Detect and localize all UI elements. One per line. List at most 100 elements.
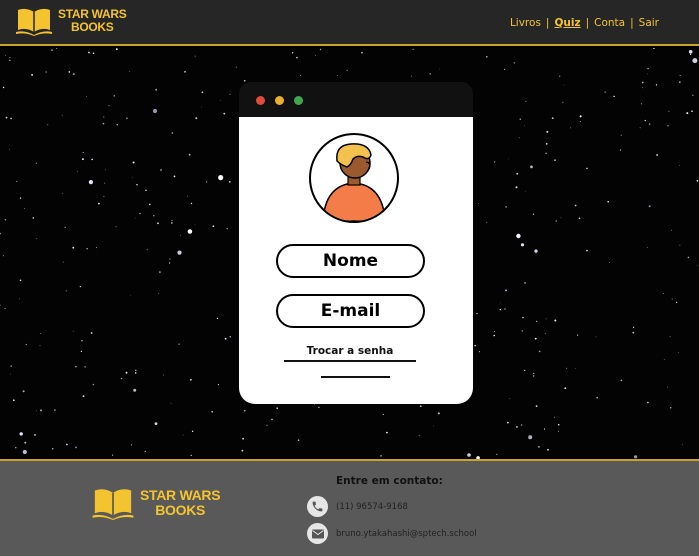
contact-phone[interactable]: (11) 96574-9168 bbox=[336, 502, 408, 512]
star bbox=[0, 304, 1, 306]
star bbox=[45, 71, 47, 73]
star bbox=[2, 255, 4, 257]
star bbox=[10, 373, 11, 375]
star bbox=[648, 123, 651, 125]
star bbox=[108, 105, 110, 107]
star bbox=[691, 110, 693, 112]
nav-link-quiz[interactable]: Quiz bbox=[554, 17, 580, 29]
star bbox=[169, 258, 171, 260]
star bbox=[235, 66, 237, 68]
star bbox=[648, 205, 651, 208]
star bbox=[346, 69, 348, 71]
star bbox=[647, 67, 649, 70]
star bbox=[476, 313, 478, 315]
star bbox=[485, 55, 488, 58]
star bbox=[555, 220, 557, 222]
star bbox=[190, 202, 193, 205]
star bbox=[112, 454, 114, 456]
star bbox=[131, 444, 133, 446]
star bbox=[115, 226, 117, 228]
star bbox=[134, 217, 136, 219]
star bbox=[52, 448, 54, 450]
star bbox=[0, 232, 1, 235]
nav-separator: | bbox=[545, 17, 550, 29]
star bbox=[500, 302, 502, 304]
contact-email[interactable]: bruno.ytakahashi@sptech.school bbox=[336, 529, 477, 539]
star bbox=[113, 95, 115, 97]
header-logo[interactable]: STAR WARS BOOKS bbox=[16, 6, 127, 36]
star bbox=[688, 50, 693, 54]
star bbox=[671, 229, 672, 231]
star bbox=[190, 454, 192, 456]
window-close-dot bbox=[256, 96, 265, 105]
change-password-link[interactable]: Trocar a senha bbox=[284, 345, 416, 362]
email-field[interactable]: E-mail bbox=[276, 294, 425, 328]
star bbox=[412, 48, 414, 50]
nav-link-conta[interactable]: Conta bbox=[594, 17, 625, 29]
star bbox=[604, 91, 606, 93]
star bbox=[515, 186, 518, 189]
star bbox=[24, 441, 27, 444]
star bbox=[120, 377, 123, 380]
footer: STAR WARS BOOKS Entre em contato: (11) 9… bbox=[0, 459, 699, 556]
star bbox=[646, 247, 648, 249]
star bbox=[171, 132, 174, 134]
star bbox=[125, 371, 128, 374]
star bbox=[520, 424, 523, 426]
star bbox=[75, 365, 77, 368]
star bbox=[35, 162, 38, 164]
star bbox=[220, 100, 221, 102]
mail-icon bbox=[307, 523, 328, 544]
star bbox=[81, 339, 83, 342]
star bbox=[201, 91, 204, 94]
star bbox=[546, 130, 549, 133]
star bbox=[679, 244, 681, 246]
star bbox=[682, 444, 683, 446]
star bbox=[40, 333, 42, 334]
star bbox=[92, 383, 95, 386]
star bbox=[170, 402, 172, 404]
star bbox=[504, 68, 506, 70]
star bbox=[411, 75, 413, 77]
star bbox=[578, 217, 581, 220]
star bbox=[538, 446, 540, 448]
star bbox=[201, 106, 202, 108]
header: STAR WARS BOOKS Livros | Quiz | Conta | … bbox=[0, 0, 699, 46]
star bbox=[86, 248, 88, 250]
footer-logo: STAR WARS BOOKS bbox=[92, 486, 221, 520]
star bbox=[228, 181, 231, 183]
star bbox=[499, 308, 501, 311]
star bbox=[82, 395, 85, 398]
star bbox=[535, 405, 538, 407]
star bbox=[88, 180, 93, 185]
star bbox=[81, 158, 84, 161]
nav-link-sair[interactable]: Sair bbox=[639, 17, 659, 29]
star bbox=[361, 51, 363, 54]
star bbox=[211, 411, 213, 413]
star bbox=[296, 56, 298, 59]
star bbox=[676, 301, 678, 303]
star bbox=[65, 290, 67, 292]
star bbox=[297, 439, 300, 441]
nav-link-livros[interactable]: Livros bbox=[510, 17, 541, 29]
star bbox=[186, 195, 188, 197]
star bbox=[103, 116, 105, 118]
star bbox=[171, 222, 173, 224]
star bbox=[586, 167, 588, 170]
star bbox=[619, 149, 622, 151]
star bbox=[534, 337, 537, 340]
star bbox=[216, 317, 219, 320]
star bbox=[525, 100, 527, 102]
name-field[interactable]: Nome bbox=[276, 244, 425, 278]
star bbox=[64, 226, 66, 229]
footer-brand-name: STAR WARS BOOKS bbox=[140, 488, 221, 517]
brand-line-2: BOOKS bbox=[70, 20, 114, 34]
avatar[interactable] bbox=[309, 133, 399, 223]
star bbox=[103, 195, 105, 197]
star bbox=[132, 161, 135, 164]
star bbox=[532, 375, 535, 377]
star bbox=[182, 434, 184, 436]
star bbox=[145, 189, 147, 192]
star bbox=[524, 125, 525, 126]
star bbox=[563, 84, 565, 86]
